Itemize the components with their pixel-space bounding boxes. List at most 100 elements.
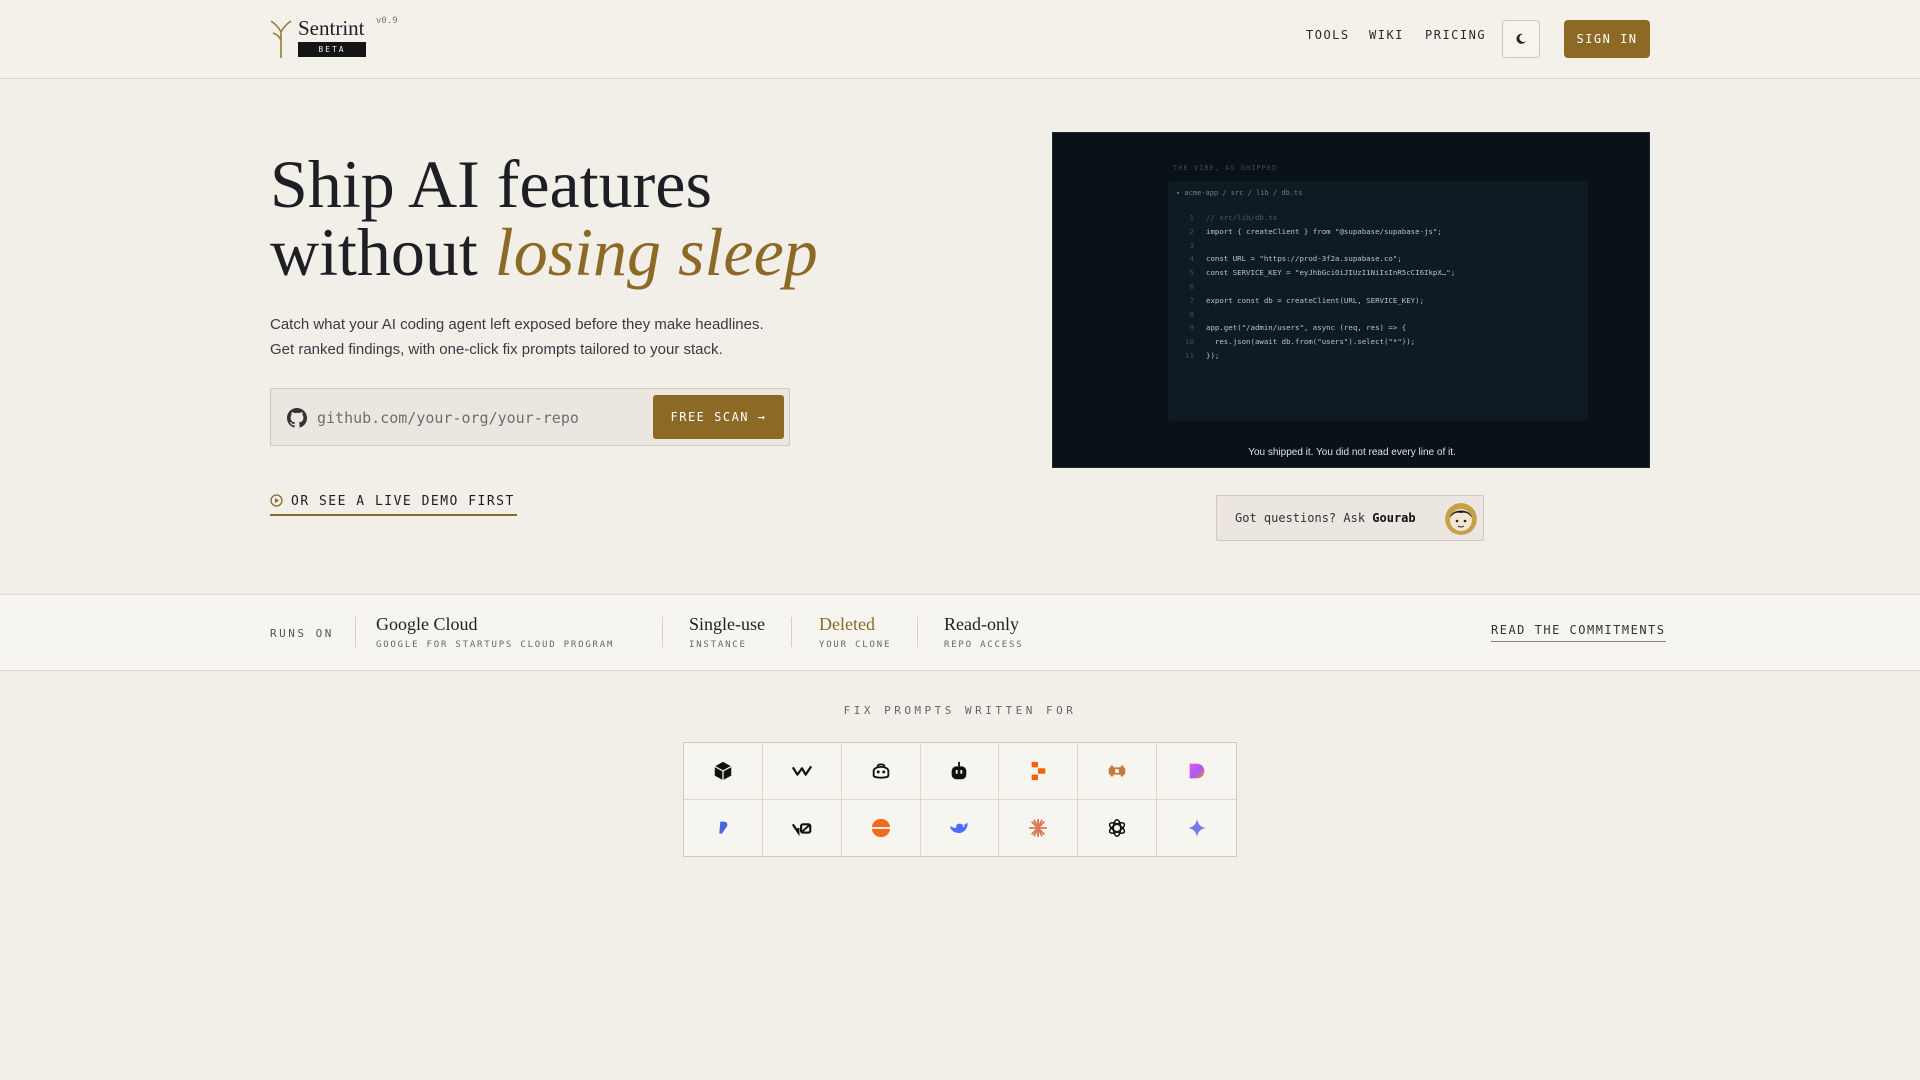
ask-name: Gourab <box>1372 511 1416 525</box>
line-number: 3 <box>1189 240 1194 250</box>
brand-logo[interactable]: Sentrint v0.9 BETA <box>270 14 410 60</box>
strip-item-read-only: Read-only REPO ACCESS <box>944 614 1023 650</box>
hero-title-line1: Ship AI features <box>270 146 712 222</box>
ask-prefix: Got questions? Ask <box>1235 511 1366 525</box>
code-line: 7 export const db = createClient(URL, SER… <box>1176 294 1455 308</box>
firebase-icon <box>871 818 890 837</box>
site-header: Sentrint v0.9 BETA TOOLS WIKI PRICING SI… <box>0 0 1920 79</box>
hero-title-line2: without <box>270 214 478 290</box>
divider <box>917 617 918 647</box>
tool-cell <box>1078 743 1158 800</box>
tool-cell <box>920 743 1000 800</box>
strip-title: Deleted <box>819 614 875 634</box>
strip-item-single-use: Single-use INSTANCE <box>689 614 765 650</box>
tool-cell <box>762 743 842 800</box>
deepseek-icon <box>950 822 969 833</box>
beta-badge: BETA <box>298 42 366 57</box>
code-line: 9 app.get("/admin/users", async (req, res… <box>1176 321 1455 335</box>
line-number: 11 <box>1185 350 1194 360</box>
trust-strip: RUNS ON Google Cloud GOOGLE FOR STARTUPS… <box>0 594 1920 671</box>
hero-subtitle: Catch what your AI coding agent left exp… <box>270 312 830 362</box>
code-line: 11}); <box>1176 349 1455 363</box>
robot-icon <box>952 761 967 779</box>
play-circle-icon <box>270 494 283 507</box>
live-demo-link[interactable]: OR SEE A LIVE DEMO FIRST <box>270 494 517 516</box>
code-file-path: ▾ acme-app / src / lib / db.ts <box>1176 189 1303 197</box>
nav-pricing[interactable]: PRICING <box>1425 28 1486 42</box>
hero-subtitle-line1: Catch what your AI coding agent left exp… <box>270 316 764 333</box>
code-text: export const db = createClient(URL, SERV… <box>1206 295 1425 305</box>
tool-cell <box>1078 799 1158 856</box>
version-label: v0.9 <box>376 16 398 26</box>
line-number: 5 <box>1189 268 1194 278</box>
hero-subtitle-line2: Get ranked findings, with one-click fix … <box>270 341 723 358</box>
code-text: app.get("/admin/users", async (req, res)… <box>1206 323 1407 333</box>
code-preview: THE VIBE, AS SHIPPED ▾ acme-app / src / … <box>1052 132 1650 468</box>
tool-cell <box>1157 743 1236 800</box>
tool-cell <box>921 799 1000 856</box>
hero-title: Ship AI features without losing sleep <box>270 150 870 286</box>
logo-mark-icon <box>270 20 292 58</box>
code-text: const URL = "https://prod-3f2a.supabase.… <box>1206 254 1402 264</box>
line-number: 9 <box>1189 323 1194 333</box>
sign-in-button[interactable]: SIGN IN <box>1564 20 1650 58</box>
strip-item-deleted: Deleted YOUR CLONE <box>819 614 891 650</box>
strip-title: Read-only <box>944 614 1019 634</box>
strip-caption: INSTANCE <box>689 640 747 650</box>
ask-gourab-button[interactable]: Got questions? Ask Gourab <box>1216 495 1484 541</box>
repo-url-input[interactable] <box>317 403 637 433</box>
divider <box>355 617 356 647</box>
code-heading: THE VIBE, AS SHIPPED <box>1173 164 1278 172</box>
line-number: 4 <box>1189 254 1194 264</box>
hero-title-accent: losing sleep <box>494 214 818 290</box>
line-number: 2 <box>1189 226 1194 236</box>
theme-toggle-button[interactable] <box>1502 20 1540 58</box>
code-text: res.json(await db.from("users").select("… <box>1206 337 1416 347</box>
tool-cell <box>684 743 763 800</box>
code-text: import { createClient } from "@supabase/… <box>1206 226 1442 236</box>
tool-cell <box>841 743 921 800</box>
nav-tools[interactable]: TOOLS <box>1306 28 1350 42</box>
tool-logo-grid <box>683 742 1237 857</box>
code-caption: You shipped it. You did not read every l… <box>1248 447 1456 458</box>
divider <box>662 617 663 647</box>
copilot-icon <box>872 763 889 779</box>
runs-on-label: RUNS ON <box>270 627 334 640</box>
read-commitments-link[interactable]: READ THE COMMITMENTS <box>1491 623 1666 642</box>
code-line: 5 const SERVICE_KEY = "eyJhbGciOiJIUzI1Ni… <box>1176 266 1456 280</box>
code-line: 3 <box>1176 239 1455 253</box>
base44-icon <box>719 821 728 834</box>
avatar <box>1445 503 1477 535</box>
strip-caption: GOOGLE FOR STARTUPS CLOUD PROGRAM <box>376 640 615 650</box>
line-number: 10 <box>1185 337 1194 347</box>
code-text: }); <box>1206 350 1220 360</box>
tool-cell <box>1157 800 1236 857</box>
code-text: const SERVICE_KEY = "eyJhbGciOiJIUzI1NiI… <box>1206 268 1456 278</box>
code-line: 1 // src/lib/db.ts <box>1176 211 1455 225</box>
bolt-icon <box>1108 765 1126 777</box>
code-text: // src/lib/db.ts <box>1206 213 1278 222</box>
strip-caption: REPO ACCESS <box>944 640 1024 650</box>
claude-icon <box>1029 818 1048 837</box>
nav-wiki[interactable]: WIKI <box>1369 28 1404 42</box>
github-icon <box>287 408 307 428</box>
scan-form: FREE SCAN → <box>270 388 790 446</box>
code-line: 8 <box>1176 308 1455 322</box>
free-scan-button[interactable]: FREE SCAN → <box>653 395 784 439</box>
cube-icon <box>714 761 732 780</box>
code-line: 6 <box>1176 280 1455 294</box>
tool-cell <box>763 799 842 856</box>
gemini-icon <box>1187 818 1206 837</box>
code-lines: 1 // src/lib/db.ts 2 import { createClient … <box>1176 211 1455 363</box>
live-demo-label: OR SEE A LIVE DEMO FIRST <box>291 494 515 509</box>
divider <box>791 617 792 647</box>
v0-icon <box>791 822 812 836</box>
tool-cell <box>684 799 763 856</box>
line-number: 1 <box>1189 213 1194 222</box>
line-number: 8 <box>1189 309 1194 319</box>
line-number: 6 <box>1189 281 1194 291</box>
strip-caption: YOUR CLONE <box>819 640 892 650</box>
code-line: 2 import { createClient } from "@supabase… <box>1176 225 1455 239</box>
fix-prompts-title: FIX PROMPTS WRITTEN FOR <box>843 704 1077 717</box>
code-line: 4 const URL = "https://prod-3f2a.supabase… <box>1176 252 1455 266</box>
